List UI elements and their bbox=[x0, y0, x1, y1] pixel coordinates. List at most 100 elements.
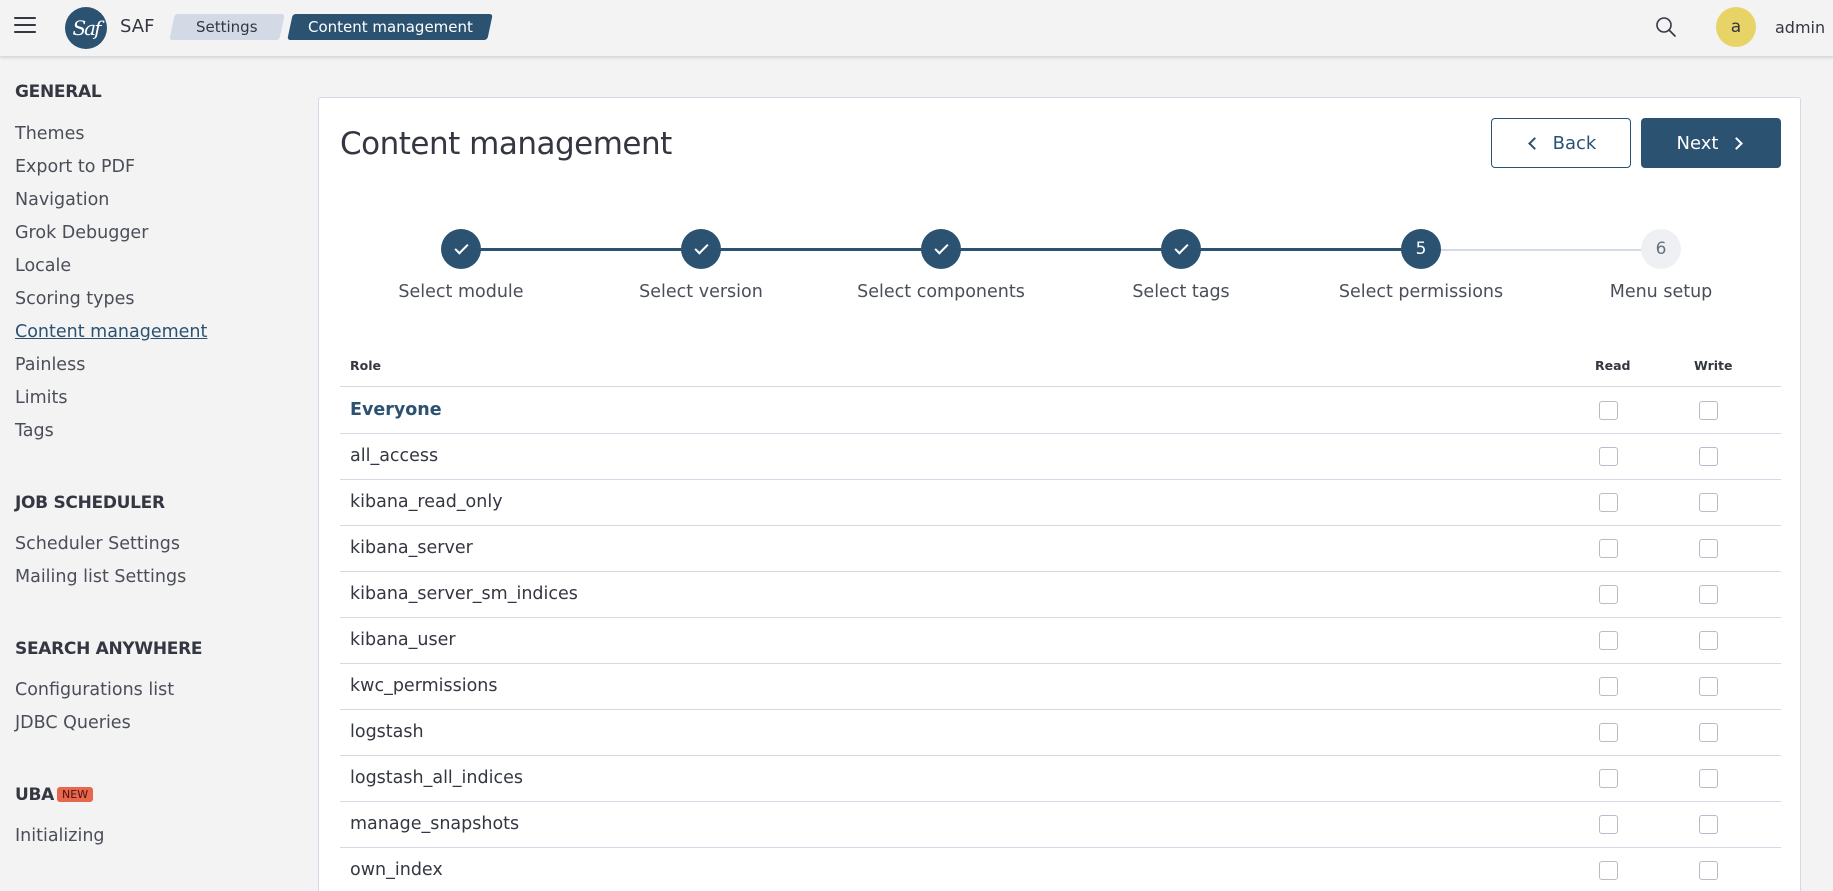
read-checkbox[interactable] bbox=[1599, 493, 1618, 512]
sidebar-item-initializing[interactable]: Initializing bbox=[15, 826, 105, 846]
username[interactable]: admin bbox=[1775, 18, 1825, 37]
next-button-label: Next bbox=[1676, 132, 1719, 154]
role-name: kwc_permissions bbox=[350, 676, 498, 696]
read-checkbox[interactable] bbox=[1599, 401, 1618, 420]
role-name: Everyone bbox=[350, 400, 442, 420]
top-header: Saf SAF Settings Content management a ad… bbox=[0, 0, 1833, 57]
read-checkbox[interactable] bbox=[1599, 631, 1618, 650]
checkmark-icon bbox=[933, 240, 949, 255]
back-button-label: Back bbox=[1552, 132, 1597, 154]
user-avatar[interactable]: a bbox=[1716, 7, 1756, 47]
table-row: kibana_user bbox=[340, 618, 1781, 664]
table-row: own_index bbox=[340, 848, 1781, 891]
sidebar-item-navigation[interactable]: Navigation bbox=[15, 190, 109, 210]
step-5-number[interactable]: 5 bbox=[1401, 229, 1441, 269]
sidebar-item-tags[interactable]: Tags bbox=[15, 421, 54, 441]
permissions-table-header: Role Read Write bbox=[340, 358, 1781, 387]
app-logo[interactable]: Saf bbox=[65, 7, 107, 49]
role-name: logstash_all_indices bbox=[350, 768, 523, 788]
read-checkbox[interactable] bbox=[1599, 447, 1618, 466]
checkmark-icon bbox=[453, 240, 469, 255]
sidebar-item-mailing-list-settings[interactable]: Mailing list Settings bbox=[15, 567, 186, 587]
step-label-select-module: Select module bbox=[398, 282, 524, 302]
step-label-select-tags: Select tags bbox=[1132, 282, 1230, 302]
section-title-uba: UBA NEW bbox=[15, 785, 94, 805]
new-badge: NEW bbox=[57, 787, 94, 802]
role-name: logstash bbox=[350, 722, 424, 742]
write-checkbox[interactable] bbox=[1699, 861, 1718, 880]
column-header-read: Read bbox=[1595, 358, 1631, 373]
app-name: SAF bbox=[120, 16, 155, 37]
sidebar-item-scheduler-settings[interactable]: Scheduler Settings bbox=[15, 534, 180, 554]
table-row: Everyone bbox=[340, 388, 1781, 434]
read-checkbox[interactable] bbox=[1599, 723, 1618, 742]
hamburger-menu-icon[interactable] bbox=[14, 17, 36, 35]
section-title-search-anywhere: SEARCH ANYWHERE bbox=[15, 639, 203, 659]
section-title-uba-label: UBA bbox=[15, 785, 55, 805]
step-6-number[interactable]: 6 bbox=[1641, 229, 1681, 269]
checkmark-icon bbox=[1173, 240, 1189, 255]
role-name: manage_snapshots bbox=[350, 814, 520, 834]
sidebar-item-configurations-list[interactable]: Configurations list bbox=[15, 680, 174, 700]
table-row: manage_snapshots bbox=[340, 802, 1781, 848]
column-header-role: Role bbox=[350, 358, 381, 373]
role-name: kibana_server bbox=[350, 538, 473, 558]
step-label-select-permissions: Select permissions bbox=[1338, 282, 1504, 302]
search-icon[interactable] bbox=[1654, 15, 1678, 39]
role-name: kibana_read_only bbox=[350, 492, 503, 512]
table-row: kibana_server_sm_indices bbox=[340, 572, 1781, 618]
chevron-left-icon bbox=[1527, 136, 1541, 150]
sidebar-item-export-to-pdf[interactable]: Export to PDF bbox=[15, 157, 135, 177]
read-checkbox[interactable] bbox=[1599, 677, 1618, 696]
step-label-menu-setup: Menu setup bbox=[1609, 282, 1713, 302]
write-checkbox[interactable] bbox=[1699, 539, 1718, 558]
step-3-check[interactable] bbox=[921, 229, 961, 269]
read-checkbox[interactable] bbox=[1599, 769, 1618, 788]
role-name: all_access bbox=[350, 446, 439, 466]
sidebar-item-locale[interactable]: Locale bbox=[15, 256, 71, 276]
section-title-job-scheduler: JOB SCHEDULER bbox=[15, 493, 165, 513]
sidebar-item-jdbc-queries[interactable]: JDBC Queries bbox=[15, 713, 131, 733]
page-title: Content management bbox=[340, 126, 672, 162]
sidebar-item-themes[interactable]: Themes bbox=[15, 124, 84, 144]
sidebar-item-limits[interactable]: Limits bbox=[15, 388, 68, 408]
write-checkbox[interactable] bbox=[1699, 401, 1718, 420]
write-checkbox[interactable] bbox=[1699, 723, 1718, 742]
breadcrumb-settings[interactable]: Settings bbox=[169, 14, 285, 40]
next-button[interactable]: Next bbox=[1641, 118, 1781, 168]
breadcrumb-content-management: Content management bbox=[287, 14, 493, 40]
sidebar-item-painless[interactable]: Painless bbox=[15, 355, 85, 375]
write-checkbox[interactable] bbox=[1699, 631, 1718, 650]
step-1-check[interactable] bbox=[441, 229, 481, 269]
role-name: kibana_server_sm_indices bbox=[350, 584, 578, 604]
role-name: own_index bbox=[350, 860, 443, 880]
table-row: all_access bbox=[340, 434, 1781, 480]
read-checkbox[interactable] bbox=[1599, 815, 1618, 834]
write-checkbox[interactable] bbox=[1699, 585, 1718, 604]
step-label-select-version: Select version bbox=[639, 282, 763, 302]
stepper-remaining-line bbox=[1421, 249, 1661, 251]
table-row: kwc_permissions bbox=[340, 664, 1781, 710]
write-checkbox[interactable] bbox=[1699, 769, 1718, 788]
sidebar-item-content-management[interactable]: Content management bbox=[15, 322, 207, 342]
column-header-write: Write bbox=[1694, 358, 1733, 373]
back-button[interactable]: Back bbox=[1491, 118, 1631, 168]
role-name: kibana_user bbox=[350, 630, 456, 650]
step-4-check[interactable] bbox=[1161, 229, 1201, 269]
table-row: logstash_all_indices bbox=[340, 756, 1781, 802]
write-checkbox[interactable] bbox=[1699, 815, 1718, 834]
read-checkbox[interactable] bbox=[1599, 585, 1618, 604]
step-2-check[interactable] bbox=[681, 229, 721, 269]
step-label-select-components: Select components bbox=[857, 282, 1025, 302]
write-checkbox[interactable] bbox=[1699, 677, 1718, 696]
sidebar-item-scoring-types[interactable]: Scoring types bbox=[15, 289, 134, 309]
table-row: kibana_read_only bbox=[340, 480, 1781, 526]
read-checkbox[interactable] bbox=[1599, 539, 1618, 558]
write-checkbox[interactable] bbox=[1699, 447, 1718, 466]
checkmark-icon bbox=[693, 240, 709, 255]
content-panel: Content management Back Next 5 6 Select … bbox=[318, 97, 1801, 891]
sidebar-item-grok-debugger[interactable]: Grok Debugger bbox=[15, 223, 148, 243]
chevron-right-icon bbox=[1730, 136, 1744, 150]
write-checkbox[interactable] bbox=[1699, 493, 1718, 512]
read-checkbox[interactable] bbox=[1599, 861, 1618, 880]
